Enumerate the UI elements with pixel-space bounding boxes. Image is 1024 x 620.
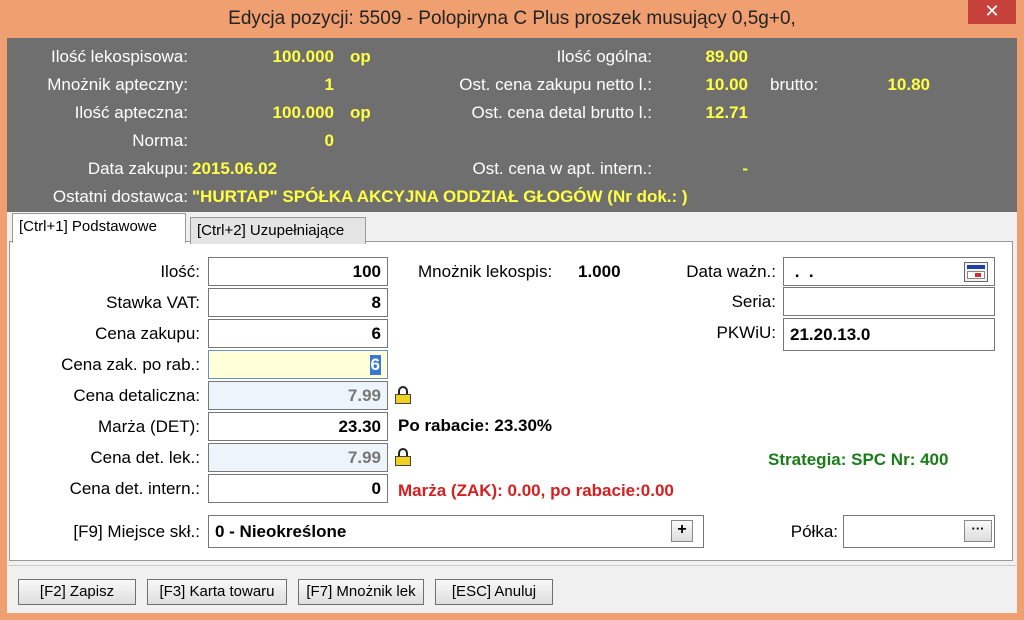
cena-zakupu-label: Cena zakupu: [95,324,200,343]
miejsce-skl-label: [F9] Miejsce skł.: [73,522,200,541]
lock-icon[interactable] [394,448,412,466]
close-button[interactable]: ✕ [968,0,1016,24]
ost-cena-apt-value: - [742,159,748,178]
cena-zakupu-field[interactable]: 6 [208,319,388,348]
cena-det-lek-label: Cena det. lek.: [90,448,200,467]
miejsce-skl-field[interactable]: 0 - Nieokreślone [208,515,704,548]
marza-det-label: Marża (DET): [98,417,200,436]
ilosc-lekospisowa-unit: op [350,47,371,66]
marza-det-field[interactable]: 23.30 [208,412,388,441]
mnoznik-lekospis-label: Mnożnik lekospis: [418,262,553,281]
ost-cena-detal-value: 12.71 [705,103,748,122]
ilosc-lekospisowa-label: Ilość lekospisowa: [50,47,188,66]
ostatni-dostawca-value: "HURTAP" SPÓŁKA AKCYJNA ODDZIAŁ GŁOGÓW (… [192,187,688,206]
ilosc-label: Ilość: [160,262,200,281]
karta-towaru-button[interactable]: [F3] Karta towaru [147,579,287,605]
ilosc-apteczna-label: Ilość apteczna: [74,103,188,122]
pkwiu-label: PKWiU: [716,323,777,342]
cena-det-intern-label: Cena det. intern.: [69,479,200,498]
stawka-vat-field[interactable]: 8 [208,288,388,317]
anuluj-button[interactable]: [ESC] Anuluj [435,579,553,605]
cena-det-intern-field[interactable]: 0 [208,474,388,503]
tab-podstawowe[interactable]: [Ctrl+1] Podstawowe [12,213,186,243]
lock-icon[interactable] [394,386,412,404]
mnoznik-apteczny-value: 1 [324,75,334,94]
norma-label: Norma: [132,131,188,150]
brutto-label: brutto: [770,75,819,94]
close-icon: ✕ [984,1,1000,21]
marza-zak-text: Marża (ZAK): 0.00, po rabacie:0.00 [398,481,674,500]
miejsce-skl-add-button[interactable]: + [671,520,693,542]
cena-zak-po-rab-label: Cena zak. po rab.: [61,355,200,374]
data-zakupu-value: 2015.06.02 [192,159,278,178]
calendar-icon[interactable] [964,262,988,282]
ilosc-lekospisowa-value: 100.000 [272,47,334,66]
ost-cena-zakupu-label: Ost. cena zakupu netto l.: [459,75,652,94]
polka-browse-button[interactable]: ··· [964,520,992,542]
polka-label: Półka: [790,522,838,541]
data-wazn-label: Data ważn.: [686,262,776,281]
ost-cena-detal-label: Ost. cena detal brutto l.: [471,103,652,122]
zapisz-button[interactable]: [F2] Zapisz [18,579,136,605]
stawka-vat-label: Stawka VAT: [106,293,200,312]
ost-cena-apt-label: Ost. cena w apt. intern.: [472,159,652,178]
selected-text: 6 [369,355,381,375]
ilosc-field[interactable]: 100 [208,257,388,286]
ilosc-apteczna-value: 100.000 [272,103,334,122]
seria-field[interactable] [783,287,995,316]
mnoznik-lek-button[interactable]: [F7] Mnożnik lek [298,579,424,605]
plus-icon: + [677,521,687,538]
cena-det-lek-field[interactable]: 7.99 [208,443,388,472]
data-zakupu-label: Data zakupu: [87,159,188,178]
po-rabacie-text: Po rabacie: 23.30% [398,416,553,435]
ilosc-ogolna-label: Ilość ogólna: [556,47,652,66]
mnoznik-lekospis-value: 1.000 [578,262,621,281]
strategia-text: Strategia: SPC Nr: 400 [768,450,949,469]
window-title: Edycja pozycji: 5509 - Polopiryna C Plus… [228,8,796,29]
norma-value: 0 [324,131,334,150]
brutto-value: 10.80 [887,75,930,94]
pkwiu-field[interactable]: 21.20.13.0 [783,318,995,351]
cena-detaliczna-label: Cena detaliczna: [73,386,200,405]
seria-label: Seria: [731,292,776,311]
ilosc-apteczna-unit: op [350,103,371,122]
tab-uzupelniajace[interactable]: [Ctrl+2] Uzupełniające [190,217,366,244]
ostatni-dostawca-label: Ostatni dostawca: [52,187,188,206]
ilosc-ogolna-value: 89.00 [705,47,748,66]
cena-zak-po-rab-field[interactable]: 6 [208,350,388,379]
cena-detaliczna-field[interactable]: 7.99 [208,381,388,410]
mnoznik-apteczny-label: Mnożnik apteczny: [47,75,188,94]
ellipsis-icon: ··· [971,521,985,536]
ost-cena-zakupu-value: 10.00 [705,75,748,94]
